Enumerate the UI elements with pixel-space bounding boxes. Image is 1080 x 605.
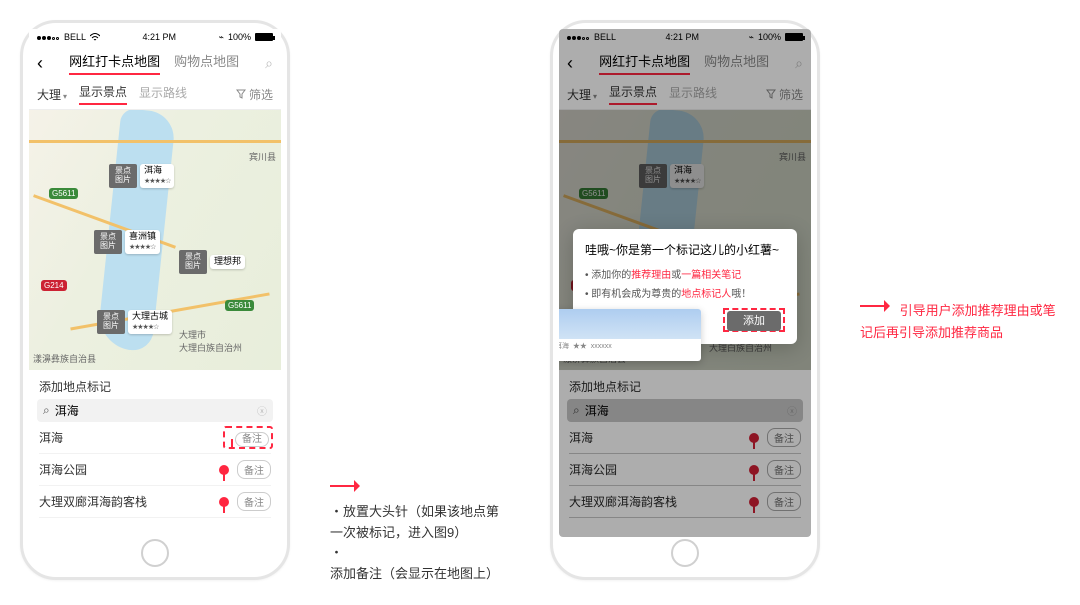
note-card-preview: 洱海 ★★ xxxxxx (559, 309, 701, 361)
filter-icon (236, 89, 246, 99)
city-selector[interactable]: 大理 (37, 86, 67, 103)
screen: BELL 4:21 PM ⌁100% ‹ 网红打卡点地图 购物点地图 ⌕ 大理 … (559, 29, 811, 537)
battery-icon (255, 33, 273, 41)
map-poi[interactable]: 景点图片理想邦 (179, 250, 245, 274)
popup-title: 哇哦~你是第一个标记这儿的小红薯~ (585, 241, 785, 258)
battery-label: 100% (228, 32, 251, 42)
note-button[interactable]: 备注 (235, 432, 269, 447)
result-row[interactable]: 洱海公园 备注 (39, 454, 271, 486)
bluetooth-icon: ⌁ (219, 32, 224, 43)
arrow-icon (860, 300, 896, 312)
map-city-label: 宾川县 (249, 150, 276, 163)
note-button[interactable]: 备注 (237, 492, 271, 511)
result-name: 洱海 (39, 429, 225, 446)
annotation-right: 引导用户添加推荐理由或笔记后再引导添加推荐商品 (860, 20, 1060, 344)
status-bar: BELL 4:21 PM ⌁ 100% (29, 29, 281, 45)
map-poi[interactable]: 景点图片洱海★★★★☆ (109, 164, 174, 188)
filter-button[interactable]: 筛选 (236, 86, 273, 103)
sub-show-poi[interactable]: 显示景点 (79, 83, 127, 105)
map-city-label: 漾濞彝族自治县 (33, 352, 96, 365)
result-name: 大理双廊洱海韵客栈 (39, 493, 219, 510)
sub-show-route[interactable]: 显示路线 (139, 84, 187, 104)
tab-checkin-map[interactable]: 网红打卡点地图 (69, 51, 160, 75)
pin-icon[interactable] (219, 465, 229, 475)
back-icon[interactable]: ‹ (37, 53, 43, 74)
pin-icon[interactable] (219, 497, 229, 507)
header-tabs: 网红打卡点地图 购物点地图 (51, 51, 257, 75)
sub-bar: 大理 显示景点 显示路线 筛选 (29, 79, 281, 110)
result-row[interactable]: 洱海备注 (39, 422, 271, 454)
map-poi[interactable]: 景点图片大理古城★★★★☆ (97, 310, 172, 334)
popup-lines: 添加你的推荐理由或一篇相关笔记即有机会成为尊贵的地点标记人哦！ (585, 266, 785, 300)
results-list: 洱海备注洱海公园备注大理双廊洱海韵客栈备注 (29, 422, 281, 518)
tab-shopping-map[interactable]: 购物点地图 (174, 51, 239, 75)
search-icon[interactable]: ⌕ (265, 55, 273, 72)
screen: BELL 4:21 PM ⌁ 100% ‹ 网红打卡点地图 购物点地图 ⌕ 大理 … (29, 29, 281, 537)
magnify-icon: ⌕ (43, 403, 50, 418)
note-button[interactable]: 备注 (237, 460, 271, 479)
row-action-highlight: 备注 (223, 426, 273, 449)
map-poi[interactable]: 景点图片喜洲镇★★★★☆ (94, 230, 160, 254)
result-name: 洱海公园 (39, 461, 219, 478)
add-button-highlight: 添加 (723, 308, 785, 332)
wifi-icon (90, 33, 100, 41)
clear-icon[interactable]: ⓧ (257, 403, 267, 418)
signal-dots-icon (37, 32, 60, 42)
annotation-left: 放置大头针（如果该地点第一次被标记，进入图9） 添加备注（会显示在地图上） (330, 20, 510, 585)
home-button[interactable] (141, 539, 169, 567)
map-city-label: 大理市大理白族自治州 (179, 328, 242, 354)
road-shield: G5611 (225, 300, 254, 311)
phone-mockup-2: BELL 4:21 PM ⌁100% ‹ 网红打卡点地图 购物点地图 ⌕ 大理 … (550, 20, 820, 580)
add-section-title: 添加地点标记 (29, 370, 281, 399)
search-box[interactable]: ⌕ ⓧ (37, 399, 273, 422)
card-meta: 洱海 ★★ xxxxxx (559, 339, 701, 353)
map-viewport[interactable]: 景点图片洱海★★★★☆ 景点图片喜洲镇★★★★☆ 景点图片理想邦景点图片大理古城★★… (29, 110, 281, 370)
road-shield: G5611 (49, 188, 78, 199)
phone-mockup-1: BELL 4:21 PM ⌁ 100% ‹ 网红打卡点地图 购物点地图 ⌕ 大理 … (20, 20, 290, 580)
home-button[interactable] (671, 539, 699, 567)
carrier-label: BELL (64, 32, 86, 42)
clock-label: 4:21 PM (143, 32, 177, 42)
road-shield: G214 (41, 280, 67, 291)
result-row[interactable]: 大理双廊洱海韵客栈 备注 (39, 486, 271, 518)
search-input[interactable] (55, 404, 252, 418)
arrow-icon (330, 480, 366, 492)
app-header: ‹ 网红打卡点地图 购物点地图 ⌕ (29, 45, 281, 79)
add-button[interactable]: 添加 (727, 311, 781, 331)
